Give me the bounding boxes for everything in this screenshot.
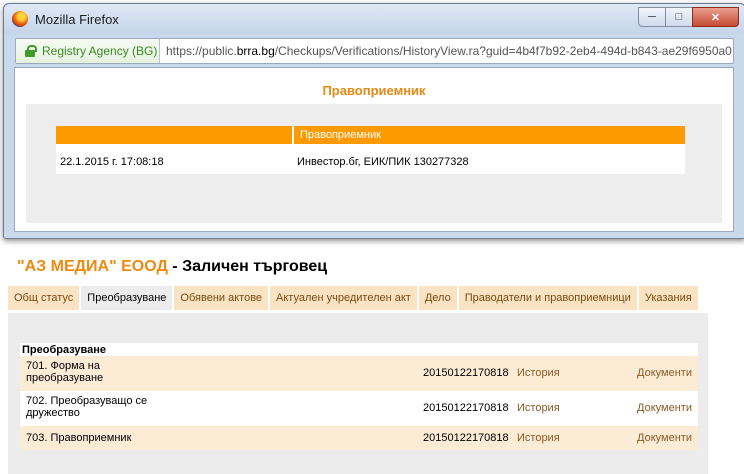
tab-bar: Общ статус Преобразуване Обявени актове … [8,286,700,310]
url-prefix: https://public. [166,44,237,58]
history-link[interactable]: История [517,402,560,414]
documents-link[interactable]: Документи [637,367,692,379]
tab-case[interactable]: Дело [418,286,457,310]
tab-predecessors-successors[interactable]: Праводатели и правоприемници [458,286,637,310]
firefox-logo-icon [12,11,28,27]
field-label: 702. Преобразуващо се дружество [26,395,148,419]
maximize-icon: □ [675,11,683,23]
transformation-panel: Преобразуване 701. Форма на преобразуван… [8,313,708,474]
date-cell: 22.1.2015 г. 17:08:18 [56,150,293,174]
tab-current-founding-act[interactable]: Актуален учредителен акт [270,286,417,310]
company-status: - Заличен търговец [167,258,328,275]
documents-link[interactable]: Документи [637,432,692,444]
successor-table: Правоприемник 22.1.2015 г. 17:08:18 Инве… [56,126,685,174]
company-name: "АЗ МЕДИА" ЕООД [17,258,168,275]
popup-title: Правоприемник [322,83,426,98]
company-heading: "АЗ МЕДИА" ЕООД - Заличен търговец [17,258,327,276]
popup-panel: Правоприемник 22.1.2015 г. 17:08:18 Инве… [26,104,722,223]
entry-number: 20150122170818 [423,367,509,379]
successor-cell: Инвестор.бг, ЕИК/ПИК 130277328 [293,150,685,174]
history-link[interactable]: История [517,367,560,379]
window-title: Mozilla Firefox [35,12,119,27]
tab-general-status[interactable]: Общ статус [8,286,80,310]
close-icon: ✕ [710,11,721,24]
table-row: 703. Правоприемник 20150122170818 Истори… [20,426,698,450]
field-label: 703. Правоприемник [26,432,132,444]
site-identity-button[interactable]: Registry Agency (BG) [16,39,160,63]
url-bar[interactable]: Registry Agency (BG) https://public.brra… [15,38,734,64]
table-row: 701. Форма на преобразуване 201501221708… [20,356,698,391]
site-identity-label: Registry Agency (BG) [42,44,158,58]
title-bar[interactable]: Mozilla Firefox ─ □ ✕ [4,4,744,34]
section-title: Преобразуване [20,343,698,356]
popup-content: Правоприемник Правоприемник 22.1.2015 г.… [14,67,734,232]
field-label: 701. Форма на преобразуване [26,360,104,384]
window-controls: ─ □ ✕ [638,7,739,27]
tab-announced-acts[interactable]: Обявени актове [174,286,269,310]
documents-link[interactable]: Документи [637,402,692,414]
table-row: 22.1.2015 г. 17:08:18 Инвестор.бг, ЕИК/П… [56,150,685,174]
tab-transformation[interactable]: Преобразуване [81,286,173,310]
close-button[interactable]: ✕ [692,7,739,27]
url-path: /Checkups/Verifications/HistoryView.ra?g… [274,44,732,58]
maximize-button[interactable]: □ [665,7,693,27]
column-header-date [56,126,293,144]
entry-number: 20150122170818 [423,432,509,444]
firefox-popup-window: Mozilla Firefox ─ □ ✕ Registry Agency (B… [3,3,744,239]
transformation-section: Преобразуване 701. Форма на преобразуван… [20,343,698,450]
column-header-successor: Правоприемник [292,126,685,144]
url-text[interactable]: https://public.brra.bg/Checkups/Verifica… [166,44,732,58]
entry-number: 20150122170818 [423,402,509,414]
history-link[interactable]: История [517,432,560,444]
tab-instructions[interactable]: Указания [638,286,698,310]
lock-icon [25,45,37,57]
url-domain: brra.bg [236,44,275,58]
minimize-button[interactable]: ─ [638,7,666,27]
table-row: 702. Преобразуващо се дружество 20150122… [20,391,698,426]
minimize-icon: ─ [648,11,656,23]
